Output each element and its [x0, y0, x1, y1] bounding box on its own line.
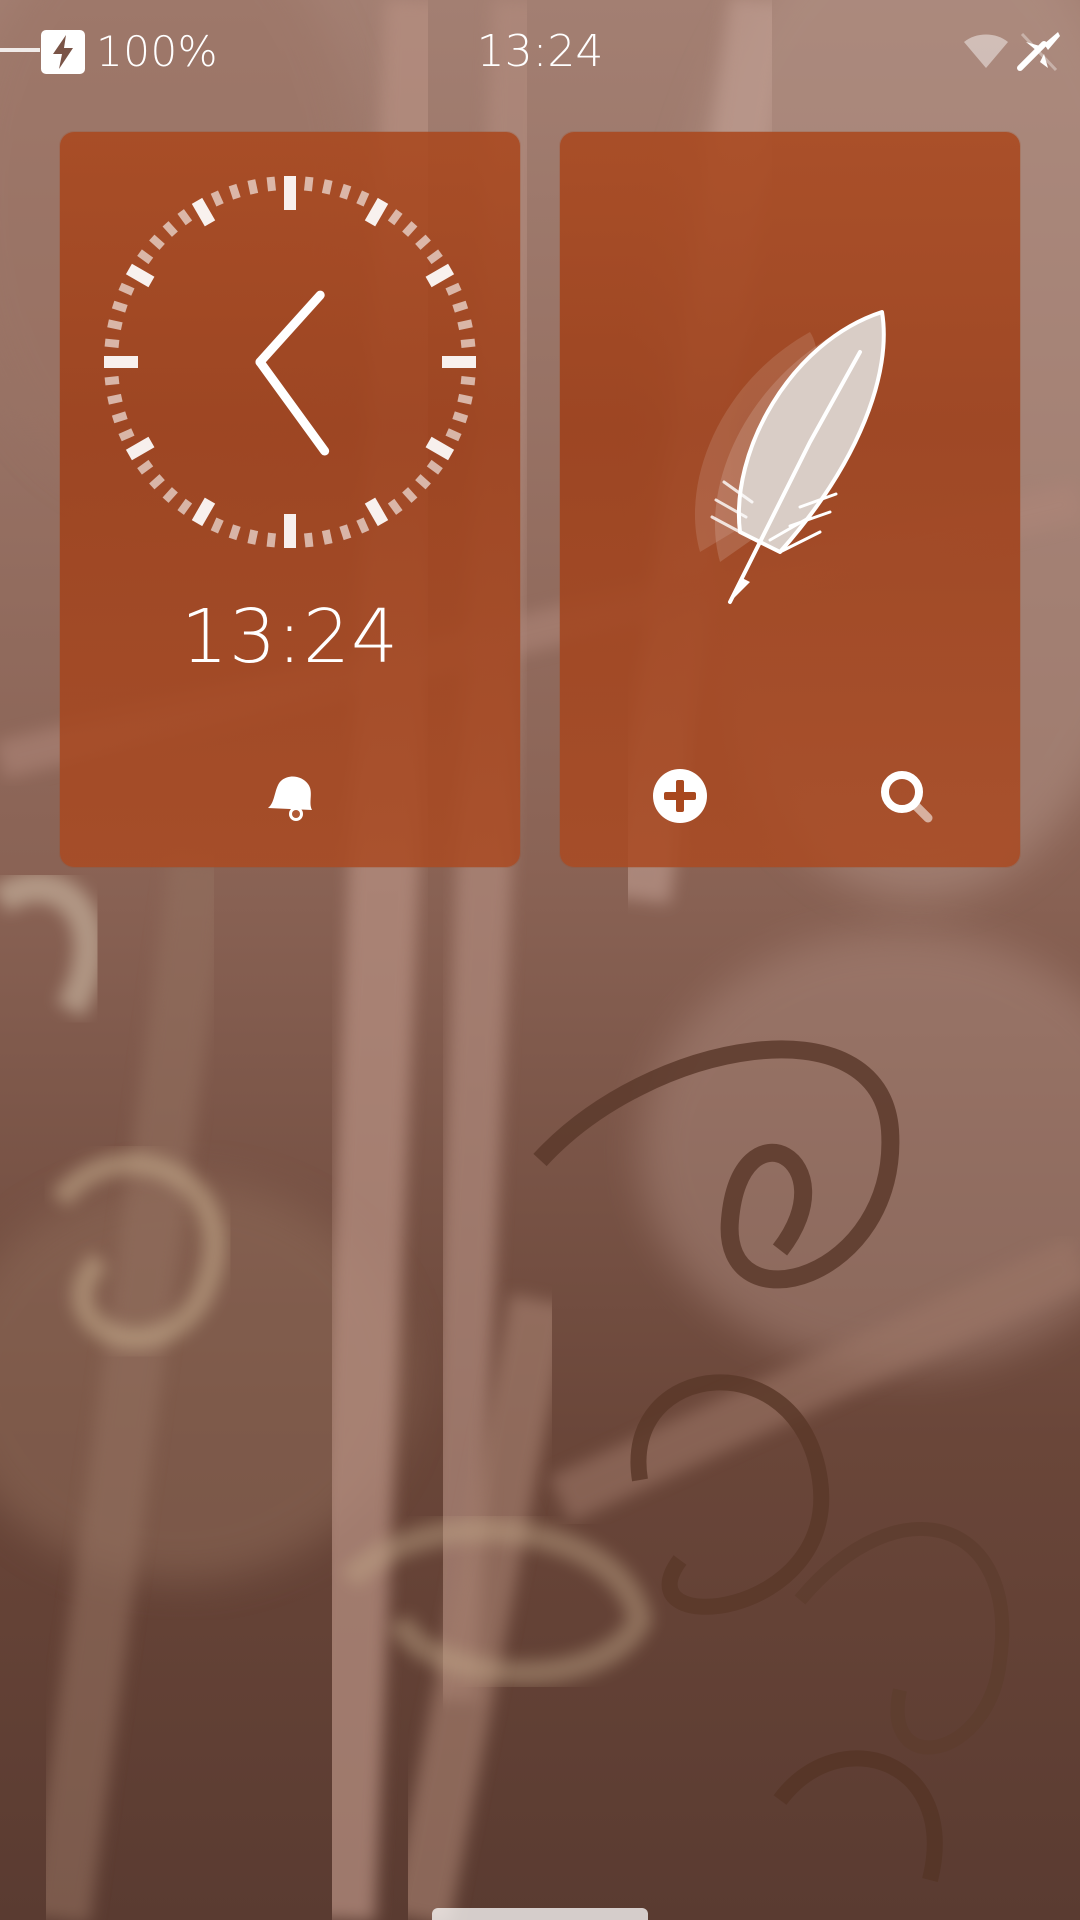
clock-minute-tick: [460, 338, 476, 348]
clock-minute-tick: [266, 176, 276, 192]
alarm-bell-icon[interactable]: [258, 764, 322, 828]
clock-minute-tick: [426, 249, 443, 265]
status-bar: 100% 13:24: [0, 0, 1080, 104]
clock-minute-tick: [247, 179, 259, 195]
clock-minute-tick: [107, 393, 123, 405]
battery-charging-icon: [41, 30, 85, 74]
clock-minute-tick: [339, 524, 352, 541]
clock-hour-tick: [191, 197, 216, 227]
clock-minute-tick: [111, 300, 128, 313]
clock-minute-tick: [356, 190, 370, 207]
clock-minute-tick: [247, 529, 259, 545]
clock-hour-tick: [364, 197, 389, 227]
clock-minute-tick: [445, 282, 462, 296]
home-indicator[interactable]: [432, 1908, 648, 1920]
clock-minute-tick: [118, 428, 135, 442]
analog-clock-face: [104, 176, 476, 548]
clock-minute-tick: [415, 234, 431, 250]
clock-minute-tick: [177, 209, 193, 226]
clock-digital-time: 13:24: [180, 594, 400, 680]
clock-minute-tick: [149, 474, 165, 490]
clock-hour-tick: [425, 436, 455, 461]
clock-minute-tick: [111, 411, 128, 424]
clock-minute-hand: [255, 357, 330, 456]
clock-minute-tick: [387, 498, 403, 515]
notes-app-cover[interactable]: [560, 132, 1020, 867]
clock-hour-tick: [191, 497, 216, 527]
clock-minute-tick: [162, 221, 178, 237]
clock-minute-tick: [321, 179, 333, 195]
clock-minute-tick: [104, 376, 120, 386]
battery-percentage: 100%: [96, 27, 219, 76]
clock-minute-tick: [304, 176, 314, 192]
clock-minute-tick: [266, 532, 276, 548]
feather-icon: [694, 310, 886, 604]
clock-minute-tick: [457, 393, 473, 405]
clock-minute-tick: [118, 282, 135, 296]
clock-minute-tick: [162, 487, 178, 503]
clock-minute-tick: [460, 376, 476, 386]
clock-hour-tick: [425, 263, 455, 288]
clock-minute-tick: [228, 183, 241, 200]
clock-minute-tick: [445, 428, 462, 442]
wifi-icon: [964, 34, 1008, 68]
clock-minute-tick: [321, 529, 333, 545]
clock-minute-tick: [457, 319, 473, 331]
clock-minute-tick: [210, 190, 224, 207]
clock-minute-tick: [137, 459, 154, 475]
clock-minute-tick: [415, 474, 431, 490]
clock-hour-tick: [125, 436, 155, 461]
clock-minute-tick: [402, 221, 418, 237]
clock-minute-tick: [402, 487, 418, 503]
clock-minute-tick: [137, 249, 154, 265]
lock-home-screen: 100% 13:24 13:24: [0, 0, 1080, 1920]
status-bar-clock: 13:24: [476, 26, 604, 77]
clock-minute-tick: [452, 411, 469, 424]
clock-hour-tick: [364, 497, 389, 527]
clock-minute-tick: [177, 498, 193, 515]
clock-minute-tick: [339, 183, 352, 200]
clock-minute-tick: [210, 517, 224, 534]
clock-hour-tick: [125, 263, 155, 288]
clock-minute-tick: [107, 319, 123, 331]
add-icon[interactable]: [648, 764, 712, 828]
clock-minute-tick: [228, 524, 241, 541]
clock-minute-tick: [356, 517, 370, 534]
charger-plug-icon: [0, 48, 40, 52]
flight-mode-icon: [1017, 32, 1060, 72]
clock-minute-tick: [304, 532, 314, 548]
search-icon[interactable]: [874, 764, 938, 828]
clock-app-cover[interactable]: 13:24: [60, 132, 520, 867]
clock-hour-hand: [255, 290, 325, 367]
clock-minute-tick: [426, 459, 443, 475]
clock-minute-tick: [452, 300, 469, 313]
clock-minute-tick: [387, 209, 403, 226]
clock-minute-tick: [104, 338, 120, 348]
clock-minute-tick: [149, 234, 165, 250]
